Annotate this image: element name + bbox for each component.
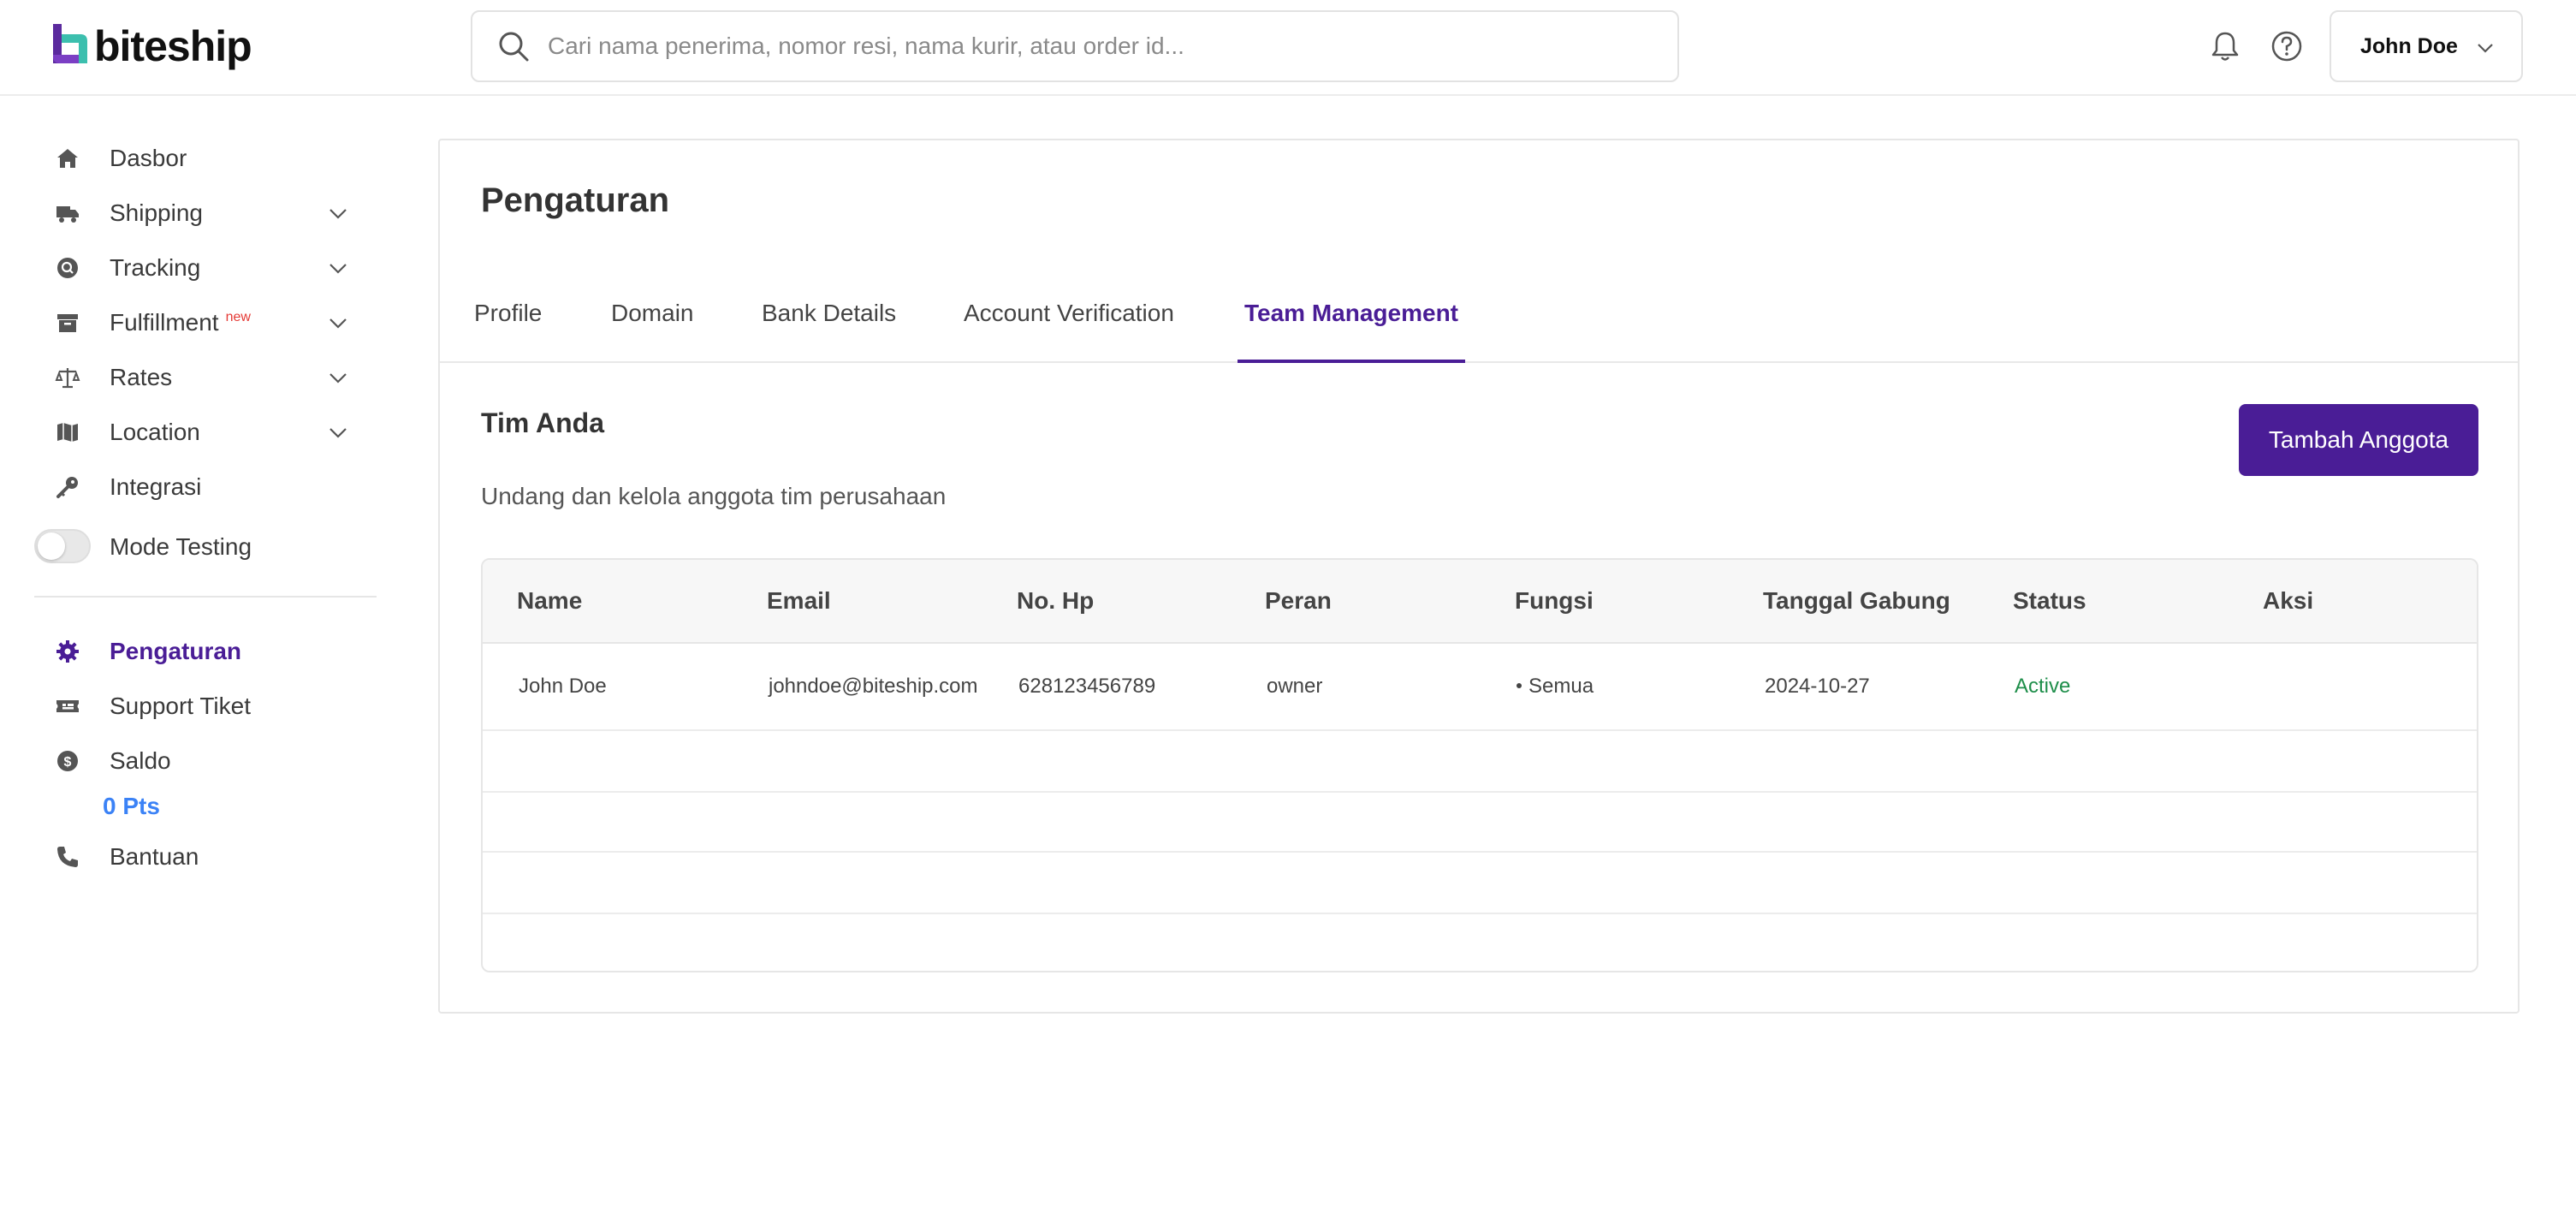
chevron-down-icon — [329, 318, 347, 329]
column-header: Name — [517, 587, 583, 614]
sidebar-item-label: Fulfillment new — [110, 308, 251, 337]
status-badge: Active — [2015, 675, 2071, 698]
sidebar-item-label: Shipping — [110, 199, 203, 226]
sidebar-item-tracking[interactable]: Tracking — [34, 241, 368, 293]
user-name: John Doe — [2360, 33, 2458, 58]
sidebar-item-fulfillment[interactable]: Fulfillment new — [34, 296, 368, 348]
mode-testing-label: Mode Testing — [110, 533, 252, 560]
new-badge: new — [225, 310, 251, 324]
sidebar-divider — [34, 596, 377, 598]
table-row: John Doe johndoe@biteship.com 6281234567… — [483, 644, 2477, 731]
user-menu-button[interactable]: John Doe — [2330, 10, 2523, 82]
empty-table-row — [483, 731, 2477, 793]
map-icon — [57, 423, 78, 442]
home-icon — [57, 149, 78, 168]
brand-logo[interactable]: biteship — [50, 22, 252, 70]
empty-table-row — [483, 853, 2477, 914]
points-balance: 0 Pts — [103, 793, 160, 819]
cell-role: owner — [1267, 675, 1323, 698]
sidebar-item-label: Support Tiket — [110, 693, 251, 719]
column-header: Tanggal Gabung — [1763, 587, 1950, 614]
section-title: Tim Anda — [481, 407, 605, 438]
chevron-down-icon — [2478, 44, 2493, 53]
column-header: Aksi — [2263, 587, 2314, 614]
dollar-icon: $ — [57, 751, 78, 771]
chevron-down-icon — [329, 428, 347, 438]
column-header: Status — [2013, 587, 2086, 614]
cell-phone: 628123456789 — [1018, 675, 1156, 698]
key-icon — [56, 477, 78, 498]
sidebar-item-pengaturan[interactable]: Pengaturan — [34, 625, 368, 676]
sidebar-item-label: Rates — [110, 364, 173, 390]
function-value: Semua — [1528, 675, 1594, 698]
archive-icon — [57, 314, 78, 332]
tracking-icon — [57, 258, 78, 278]
team-table: Name Email No. Hp Peran Fungsi Tanggal G… — [481, 558, 2478, 972]
tab-team-management[interactable]: Team Management — [1244, 300, 1458, 327]
tab-profile[interactable]: Profile — [474, 300, 542, 327]
chevron-down-icon — [329, 264, 347, 274]
bullet-icon — [1517, 682, 1522, 688]
ticket-icon — [56, 700, 79, 712]
empty-table-row — [483, 793, 2477, 853]
sidebar-item-support-tiket[interactable]: Support Tiket — [34, 680, 368, 731]
cell-email: johndoe@biteship.com — [769, 675, 978, 698]
gear-icon — [56, 640, 79, 663]
svg-text:$: $ — [64, 755, 72, 770]
sidebar-item-location[interactable]: Location — [34, 406, 368, 457]
cell-joined: 2024-10-27 — [1765, 675, 1870, 698]
sidebar-item-label: Pengaturan — [110, 638, 242, 664]
settings-panel: Pengaturan Profile Domain Bank Details A… — [438, 139, 2520, 1014]
top-bar: biteship John Doe — [0, 0, 2576, 96]
phone-icon — [57, 847, 78, 867]
tab-domain[interactable]: Domain — [611, 300, 693, 327]
sidebar-item-integrasi[interactable]: Integrasi — [34, 461, 368, 512]
chevron-down-icon — [329, 209, 347, 219]
sidebar-item-shipping[interactable]: Shipping — [34, 187, 368, 238]
scale-icon — [55, 368, 80, 389]
search-bar[interactable] — [471, 10, 1679, 82]
sidebar-item-label: Tracking — [110, 254, 201, 281]
sidebar-item-label: Location — [110, 419, 200, 445]
active-tab-indicator — [1238, 360, 1465, 363]
toggle-knob — [38, 532, 65, 560]
table-header: Name Email No. Hp Peran Fungsi Tanggal G… — [483, 560, 2477, 644]
mode-testing-toggle[interactable] — [34, 529, 91, 563]
tab-bank-details[interactable]: Bank Details — [762, 300, 896, 327]
truck-icon — [56, 206, 79, 223]
sidebar: Dasbor Shipping Tracking Fulfillment new — [0, 98, 394, 1231]
add-member-button[interactable]: Tambah Anggota — [2239, 404, 2478, 476]
fulfillment-label: Fulfillment — [110, 309, 219, 336]
page-title: Pengaturan — [481, 181, 670, 219]
column-header: Email — [767, 587, 831, 614]
sidebar-item-rates[interactable]: Rates — [34, 351, 368, 402]
bell-icon[interactable] — [2206, 27, 2244, 65]
sidebar-item-label: Integrasi — [110, 473, 202, 500]
brand-name: biteship — [94, 22, 252, 70]
column-header: No. Hp — [1017, 587, 1095, 614]
search-input[interactable] — [548, 33, 1660, 60]
sidebar-item-label: Saldo — [110, 747, 171, 774]
cell-name: John Doe — [519, 675, 607, 698]
column-header: Peran — [1265, 587, 1332, 614]
sidebar-item-label: Dasbor — [110, 145, 187, 171]
help-icon[interactable] — [2268, 27, 2306, 65]
column-header: Fungsi — [1515, 587, 1594, 614]
tab-account-verification[interactable]: Account Verification — [964, 300, 1174, 327]
cell-function: Semua — [1517, 675, 1594, 699]
biteship-logo-icon — [53, 24, 87, 63]
tabs-divider — [440, 361, 2518, 363]
sidebar-item-saldo[interactable]: $ Saldo — [34, 734, 368, 786]
search-icon — [499, 32, 529, 62]
section-subtitle: Undang dan kelola anggota tim perusahaan — [481, 483, 947, 509]
sidebar-item-label: Bantuan — [110, 843, 199, 870]
chevron-down-icon — [329, 373, 347, 384]
sidebar-item-dasbor[interactable]: Dasbor — [34, 132, 368, 183]
sidebar-item-bantuan[interactable]: Bantuan — [34, 830, 368, 882]
